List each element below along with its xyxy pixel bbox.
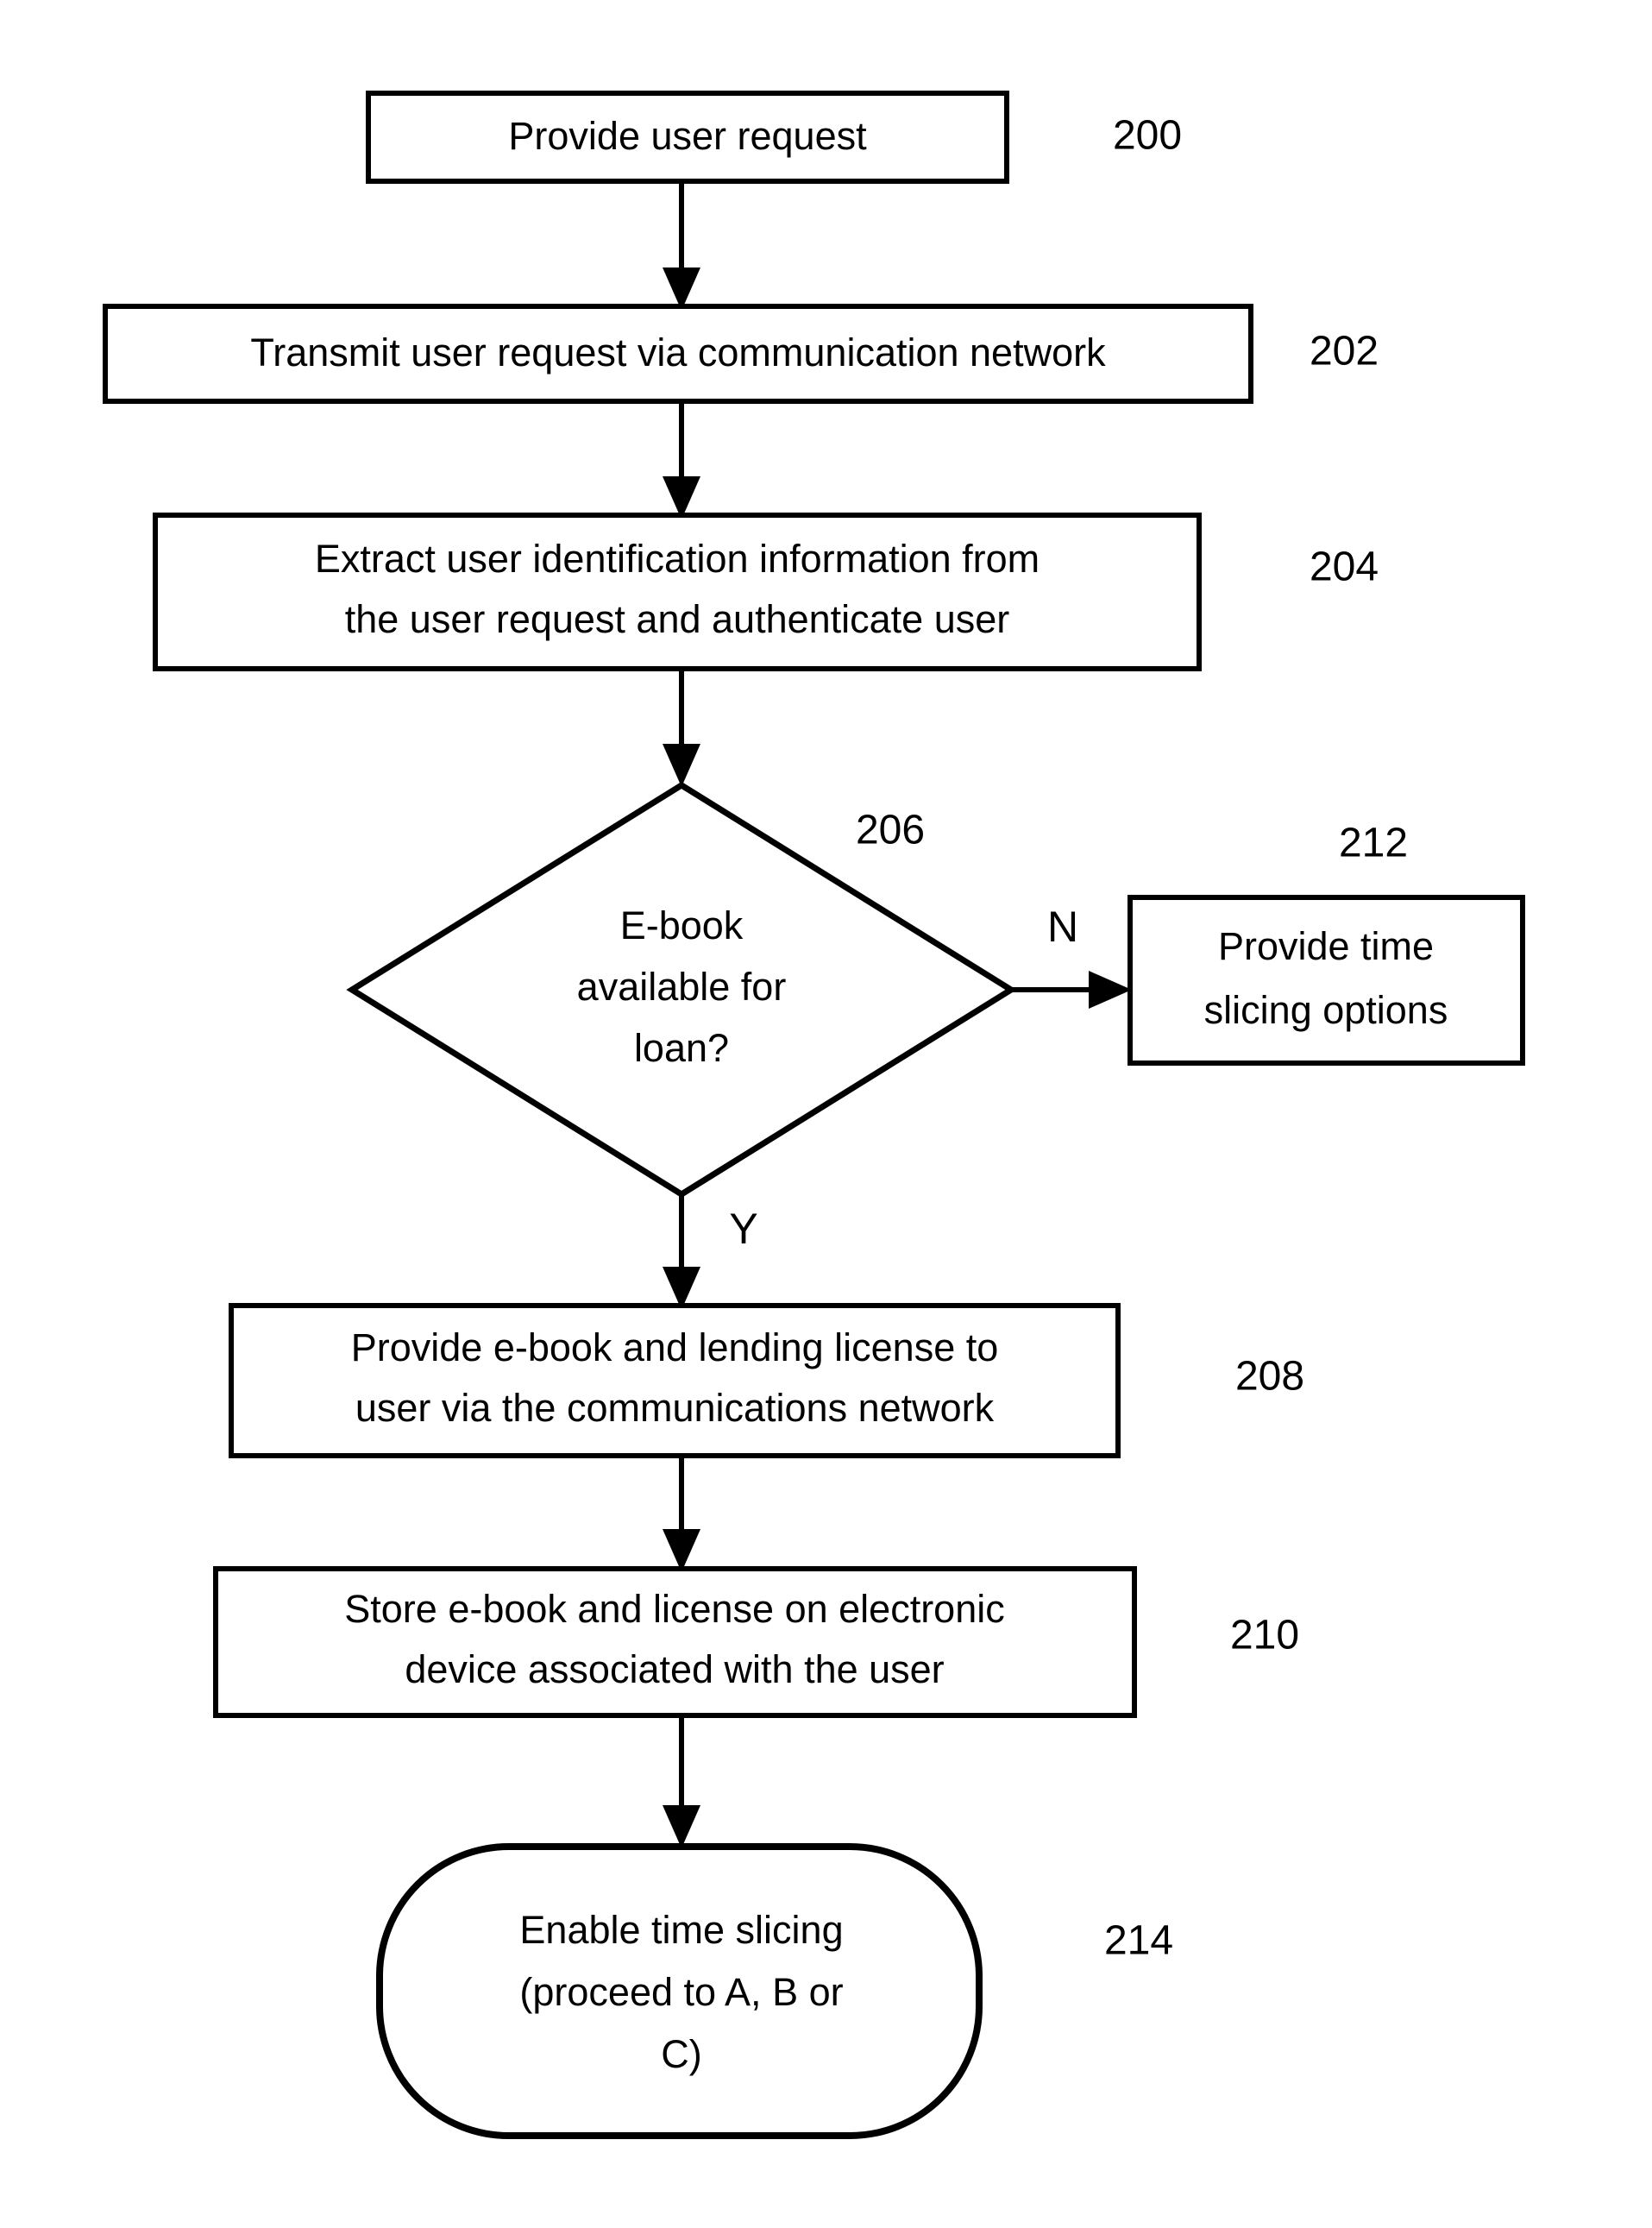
arrowhead-208-to-210 (663, 1529, 700, 1572)
node-206-line-1: available for (577, 965, 787, 1009)
arrowhead-210-to-214 (663, 1805, 700, 1848)
node-212[interactable]: Provide time slicing options (1128, 895, 1525, 1066)
node-200-line-0: Provide user request (508, 114, 867, 158)
node-204-line-1: the user request and authenticate user (345, 597, 1010, 641)
node-212-line-1: slicing options (1204, 988, 1448, 1032)
node-214-line-2: C) (661, 2032, 701, 2076)
node-214[interactable]: Enable time slicing (proceed to A, B or … (376, 1843, 983, 2139)
node-214-line-1: (proceed to A, B or (519, 1970, 843, 2014)
arrowhead-204-to-206 (663, 744, 700, 787)
node-202-line-0: Transmit user request via communication … (250, 330, 1106, 374)
ref-label-200: 200 (1113, 113, 1182, 159)
ref-label-210: 210 (1230, 1613, 1299, 1658)
node-206-line-0: E-book (620, 903, 744, 947)
node-200[interactable]: Provide user request (366, 91, 1009, 184)
branch-label-no: N (1047, 903, 1078, 951)
ref-label-206: 206 (856, 808, 925, 853)
ref-label-212: 212 (1339, 821, 1408, 866)
ref-label-208: 208 (1235, 1354, 1304, 1400)
node-202[interactable]: Transmit user request via communication … (103, 304, 1253, 404)
node-210-line-1: device associated with the user (405, 1647, 944, 1691)
node-210-line-0: Store e-book and license on electronic (344, 1587, 1004, 1631)
flowchart-figure: Provide user request 200 Transmit user r… (0, 0, 1652, 2228)
node-208-line-0: Provide e-book and lending license to (351, 1325, 999, 1369)
node-206-line-2: loan? (634, 1026, 729, 1070)
ref-label-214: 214 (1104, 1918, 1173, 1964)
node-212-line-0: Provide time (1218, 924, 1434, 968)
ref-label-204: 204 (1310, 544, 1379, 590)
node-208-line-1: user via the communications network (355, 1386, 995, 1430)
node-204[interactable]: Extract user identification information … (153, 513, 1202, 671)
branch-label-yes: Y (729, 1205, 757, 1253)
ref-label-202: 202 (1310, 329, 1379, 374)
node-212-box[interactable] (1128, 895, 1525, 1066)
node-204-line-0: Extract user identification information … (315, 537, 1040, 581)
flowchart-canvas: Provide user request 200 Transmit user r… (103, 91, 1525, 2139)
node-214-line-0: Enable time slicing (519, 1908, 843, 1952)
arrowhead-206-to-212 (1089, 971, 1132, 1009)
node-210[interactable]: Store e-book and license on electronic d… (213, 1566, 1137, 1718)
node-208[interactable]: Provide e-book and lending license to us… (229, 1303, 1121, 1458)
